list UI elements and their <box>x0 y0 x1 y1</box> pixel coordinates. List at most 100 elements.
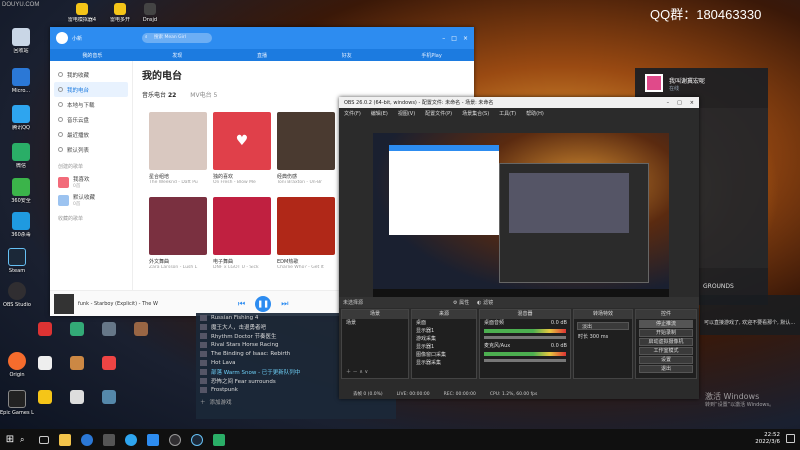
desktop-icon-edge[interactable]: Micro... <box>4 68 38 94</box>
app-icon[interactable] <box>102 322 116 336</box>
desktop-icon-360safe[interactable]: 360安全 <box>4 178 38 204</box>
desktop-icon-epic[interactable]: Epic Games Launcher <box>0 390 34 416</box>
album-card[interactable]: 电子舞曲 DNF x LGOT U - Sick <box>213 197 271 270</box>
playlist-liked[interactable]: 我喜欢 0首 <box>54 173 128 191</box>
menu-scene-collection[interactable]: 场景集合(S) <box>462 110 489 117</box>
desktop-icon-360av[interactable]: 360杀毒 <box>4 212 38 238</box>
studio-mode-button[interactable]: 工作室模式 <box>639 347 693 355</box>
transition-duration[interactable]: 时长 300 ms <box>574 333 632 341</box>
add-icon[interactable]: ＋ <box>346 369 351 375</box>
source-item[interactable]: 桌面 <box>412 319 476 327</box>
user-avatar[interactable] <box>56 32 68 44</box>
menu-profile[interactable]: 配置文件(P) <box>425 110 452 117</box>
virtual-camera-button[interactable]: 启动虚拟摄像机 <box>639 338 693 346</box>
settings-button[interactable]: 设置 <box>639 356 693 364</box>
wechat-icon[interactable] <box>213 433 225 446</box>
source-item[interactable]: 显示器采集 <box>412 359 476 367</box>
next-icon[interactable]: ⏭ <box>281 299 288 309</box>
app-icon[interactable] <box>38 322 52 336</box>
edge-icon[interactable] <box>81 433 93 446</box>
remove-icon[interactable]: － <box>353 369 358 375</box>
file-explorer-icon[interactable] <box>59 433 71 446</box>
tab-discover[interactable]: 发现 <box>135 52 220 59</box>
sidebar-item-local[interactable]: 本地与下载 <box>54 97 128 112</box>
minimize-icon[interactable]: – <box>442 35 445 42</box>
sidebar-item-cloud[interactable]: 音乐云盘 <box>54 112 128 127</box>
taskbar-clock[interactable]: 22:52 2022/3/6 <box>755 432 780 446</box>
now-playing-cover[interactable] <box>54 293 74 314</box>
search-icon[interactable]: ⌕ <box>20 435 34 445</box>
tab-friends[interactable]: 好友 <box>304 52 389 59</box>
menu-help[interactable]: 帮助(H) <box>526 110 544 117</box>
sidebar-item-recent[interactable]: 最近播放 <box>54 127 128 142</box>
steam-icon[interactable] <box>191 433 203 446</box>
start-button[interactable]: ⊞ <box>0 429 20 450</box>
scene-item[interactable]: 场景 <box>342 319 408 327</box>
app-icon[interactable] <box>102 390 116 404</box>
sidebar-item-default-list[interactable]: 默认列表 <box>54 142 128 157</box>
desktop-icon-ldplayer[interactable]: 雷电模拟器4 <box>64 3 100 23</box>
exit-button[interactable]: 退出 <box>639 365 693 373</box>
subtab-music-radio[interactable]: 音乐电台 22 <box>142 90 176 99</box>
transition-select[interactable]: 淡出 <box>577 322 629 330</box>
maximize-icon[interactable]: □ <box>451 35 457 42</box>
album-card[interactable]: 经典伤感 Toni Braxton - Un-Br <box>277 112 335 185</box>
app-icon[interactable] <box>134 322 148 336</box>
app-icon[interactable] <box>102 356 116 370</box>
tab-mobile-play[interactable]: 手机Play <box>389 52 474 59</box>
app-icon[interactable] <box>70 322 84 336</box>
obs-preview[interactable] <box>373 133 669 297</box>
desktop-icon-steam[interactable]: Steam <box>0 248 34 274</box>
tab-live[interactable]: 直播 <box>220 52 305 59</box>
source-item[interactable]: 游戏采集 <box>412 335 476 343</box>
task-view-icon[interactable] <box>39 435 49 444</box>
store-icon[interactable] <box>103 433 115 446</box>
desktop-icon-ldmulti[interactable]: 雷电多开 <box>102 3 138 23</box>
desktop-icon-origin[interactable]: Origin <box>0 352 34 378</box>
down-icon[interactable]: ∨ <box>364 369 368 375</box>
menu-file[interactable]: 文件(F) <box>344 110 361 117</box>
desktop-icon-obs[interactable]: OBS Studio <box>0 282 34 308</box>
qq-icon[interactable] <box>125 433 137 446</box>
desktop-icon-dnsjd[interactable]: Dnsjd <box>135 3 165 23</box>
volume-slider[interactable] <box>484 359 566 362</box>
source-item[interactable]: 图像窗口采集 <box>412 351 476 359</box>
start-recording-button[interactable]: 开始录制 <box>639 329 693 337</box>
music-app-icon[interactable] <box>147 433 159 446</box>
menu-edit[interactable]: 编辑(E) <box>371 110 388 117</box>
subtab-mv-radio[interactable]: MV电台 5 <box>190 90 217 99</box>
app-icon[interactable] <box>70 356 84 370</box>
album-card[interactable]: 星合组培 The Weeknd - Daft Pu <box>149 112 207 185</box>
tab-my-music[interactable]: 我的音乐 <box>50 52 135 59</box>
filters-button[interactable]: ◐ 滤镜 <box>477 299 493 306</box>
source-item[interactable]: 显示器1 <box>412 343 476 351</box>
desktop-icon-recycle-bin[interactable]: 回收站 <box>4 28 38 54</box>
up-icon[interactable]: ∧ <box>359 369 363 375</box>
maximize-icon[interactable]: □ <box>677 100 682 106</box>
volume-slider[interactable] <box>484 336 566 339</box>
previous-icon[interactable]: ⏮ <box>238 299 245 309</box>
close-icon[interactable]: × <box>690 100 694 106</box>
obs-icon[interactable] <box>169 433 181 446</box>
search-input[interactable]: ⌕ 搜索 Mean Girl <box>142 33 213 43</box>
album-card[interactable]: EDM热歌 Charlie Who? - Get It <box>277 197 335 270</box>
app-icon[interactable] <box>70 390 84 404</box>
sidebar-item-favorites[interactable]: 我的收藏 <box>54 67 128 82</box>
properties-button[interactable]: ⚙ 属性 <box>453 299 469 306</box>
menu-tools[interactable]: 工具(T) <box>499 110 516 117</box>
app-icon[interactable] <box>38 356 52 370</box>
album-card[interactable]: 外文舞曲 Zara Larsson - Lush L <box>149 197 207 270</box>
sidebar-item-my-radio[interactable]: 我的电台 <box>54 82 128 97</box>
album-card[interactable]: ♥ 独的喜欢 Oli Fresh - Blow Me <box>213 112 271 185</box>
playlist-default-favorites[interactable]: 默认收藏 0首 <box>54 191 128 209</box>
app-icon[interactable] <box>38 390 52 404</box>
close-icon[interactable]: × <box>463 35 468 42</box>
stop-streaming-button[interactable]: 停止推流 <box>639 320 693 328</box>
notification-icon[interactable] <box>786 434 795 443</box>
source-item[interactable]: 显示器1 <box>412 327 476 335</box>
desktop-icon-qq[interactable]: 腾讯QQ <box>4 105 38 131</box>
pause-button[interactable]: ❚❚ <box>255 295 272 312</box>
menu-view[interactable]: 视图(V) <box>398 110 415 117</box>
desktop-icon-wechat[interactable]: 微信 <box>4 143 38 169</box>
minimize-icon[interactable]: – <box>667 100 670 106</box>
